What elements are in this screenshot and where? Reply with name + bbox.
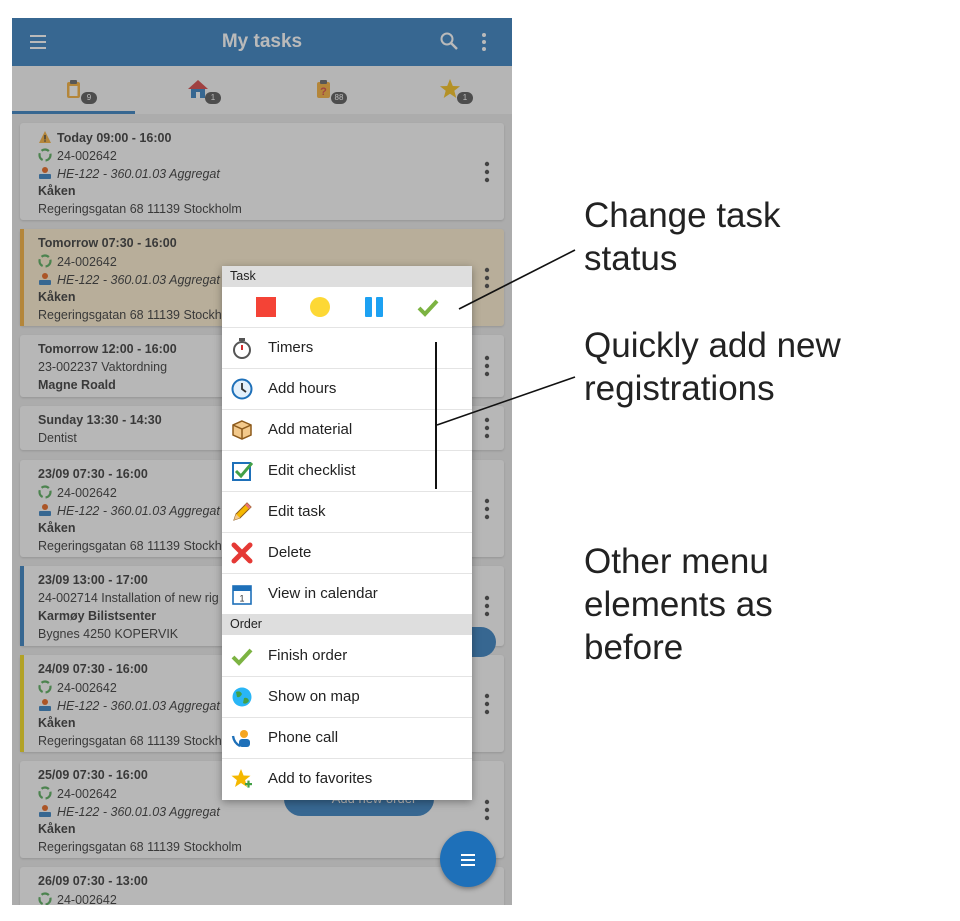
annotation-quick-registrations: Quickly add new registrations [584,326,841,408]
annotation-other-menu: Other menu elements as before [584,542,773,667]
registrations-bracket [435,342,437,489]
callout-lines [436,249,576,426]
annotation-change-status: Change task status [584,196,781,278]
